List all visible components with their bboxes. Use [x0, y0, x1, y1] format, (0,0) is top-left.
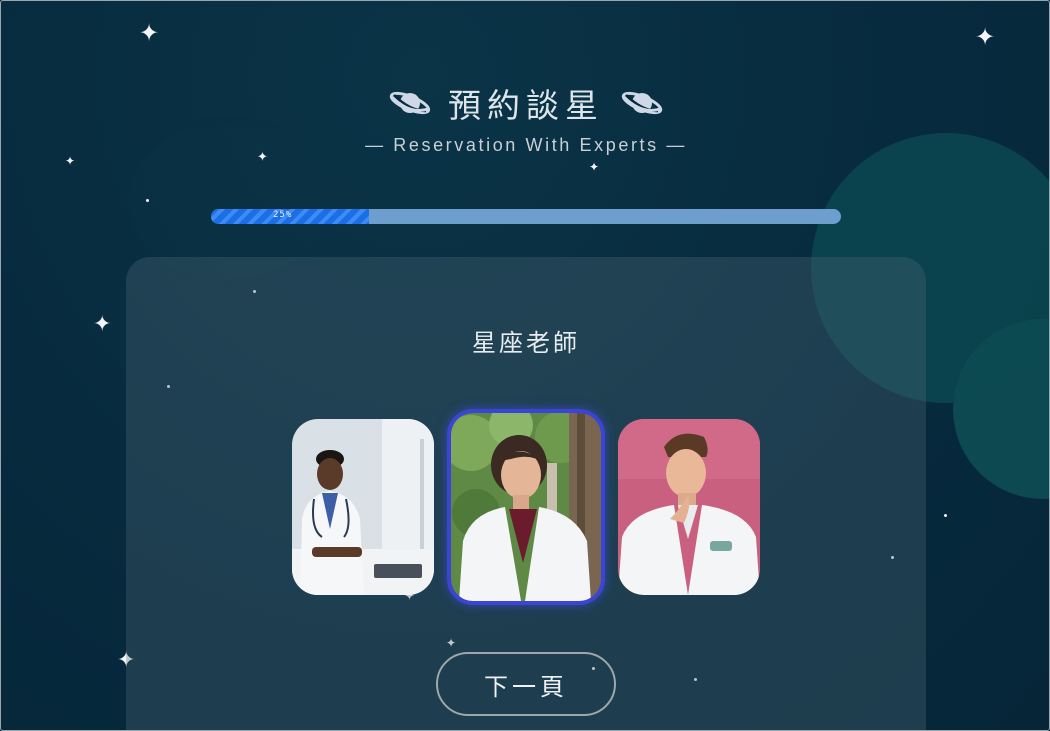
planet-icon — [389, 91, 431, 115]
expert-photo-image — [292, 419, 434, 595]
expert-photo-3[interactable] — [618, 419, 760, 595]
sparkle-icon: ✦ — [975, 23, 996, 51]
expert-selection-card: 星座老師 下一頁 — [126, 257, 926, 730]
sparkle-icon: ✦ — [589, 160, 600, 174]
page-title: 預約談星 — [448, 86, 604, 125]
next-page-button[interactable]: 下一頁 — [436, 652, 616, 716]
page-subtitle: — Reservation With Experts — — [365, 135, 687, 155]
expert-photo-2[interactable] — [447, 409, 605, 605]
expert-photo-1[interactable] — [292, 419, 434, 595]
title-row: 預約談星 — [1, 79, 1049, 127]
sparkle-icon: ✦ — [139, 19, 160, 47]
page-frame: ✦ ✦ ✦ ✦ ✦ ✦ ✦ ✦ ✦ 預約談星 — Reservation Wit… — [0, 0, 1050, 731]
expert-list — [292, 409, 762, 617]
star-dot — [146, 199, 149, 202]
sparkle-icon: ✦ — [65, 154, 76, 168]
star-dot — [944, 514, 947, 517]
planet-icon — [621, 91, 663, 115]
expert-photo-image — [618, 419, 760, 595]
card-title: 星座老師 — [472, 329, 580, 357]
sparkle-icon: ✦ — [93, 312, 112, 337]
page-header: 預約談星 — Reservation With Experts — — [1, 79, 1049, 156]
progress-label: 25% — [273, 210, 293, 220]
progress-bar: 25% — [211, 209, 841, 224]
expert-photo-image — [451, 413, 601, 601]
